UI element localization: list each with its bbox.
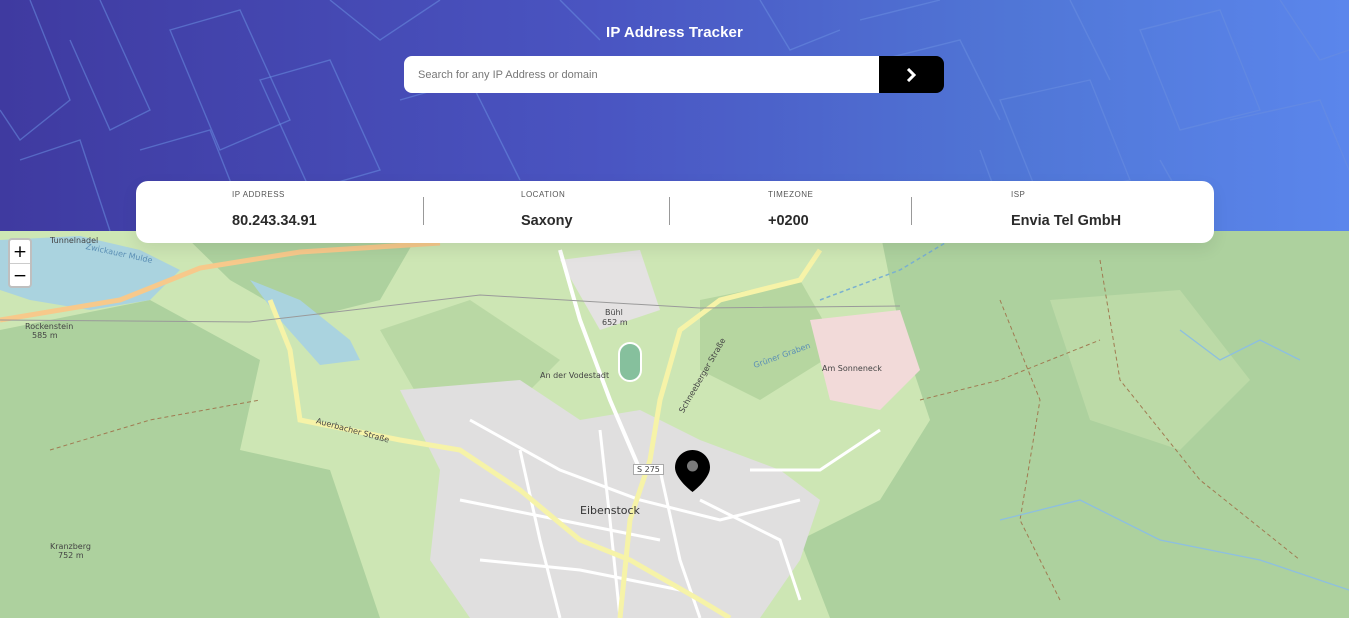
page-title: IP Address Tracker [606,24,743,41]
location-pin-icon[interactable] [675,450,710,497]
map-label-buhl: Bühl [605,308,623,317]
divider [911,197,912,225]
info-value: Saxony [521,213,573,229]
info-label: ISP [1011,190,1026,199]
map-label-vodenstadt: An der Vodestadt [540,371,610,380]
zoom-control: + − [8,238,32,288]
map-label-kranzberg: Kranzberg [50,542,91,551]
map-tiles [0,231,1349,618]
chevron-right-icon [906,67,917,82]
map-label-town: Eibenstock [580,504,640,517]
map-label-rockenstein-elev: 585 m [32,331,58,340]
info-label: IP ADDRESS [232,190,285,199]
info-value: Envia Tel GmbH [1011,213,1122,229]
map-label-buhl-elev: 652 m [602,318,628,327]
zoom-out-button[interactable]: − [10,264,30,287]
zoom-in-button[interactable]: + [10,240,30,264]
map-view[interactable]: Eibenstock S 275 Bühl 652 m Rockenstein … [0,231,1349,618]
map-label-kranzberg-elev: 752 m [58,551,84,560]
map-label-road: S 275 [633,464,664,475]
search-form [404,56,944,93]
map-label-sonneneck: Am Sonneneck [822,364,882,373]
map-label-rockenstein: Rockenstein [25,322,74,331]
divider [423,197,424,225]
info-value: 80.243.34.91 [232,213,317,229]
info-value: +0200 [768,213,809,229]
ip-info-panel: IP ADDRESS 80.243.34.91 LOCATION Saxony … [136,181,1214,243]
search-input[interactable] [404,56,879,93]
info-label: TIMEZONE [768,190,814,199]
divider [669,197,670,225]
info-label: LOCATION [521,190,566,199]
search-submit-button[interactable] [879,56,944,93]
